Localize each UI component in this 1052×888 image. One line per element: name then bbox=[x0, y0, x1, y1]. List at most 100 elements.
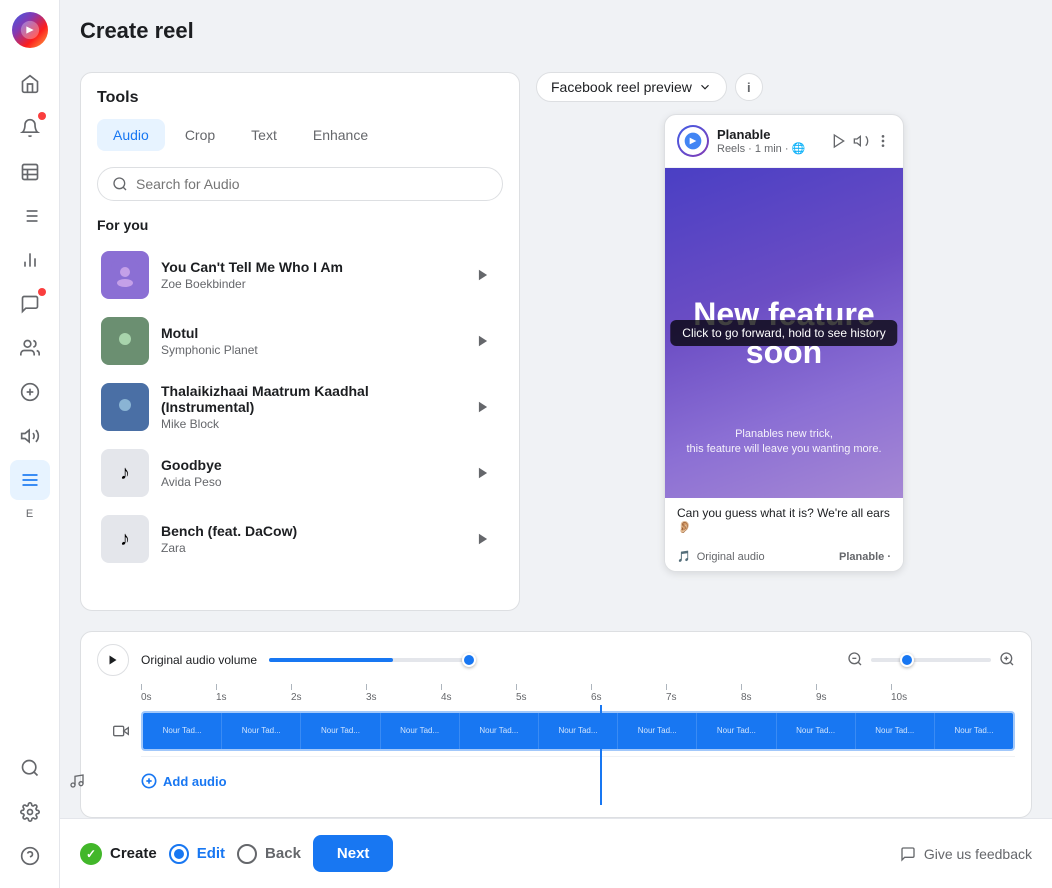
sidebar-item-table[interactable] bbox=[10, 152, 50, 192]
ruler-mark-2s: 2s bbox=[291, 684, 366, 703]
play-icon-4 bbox=[476, 466, 490, 480]
create-check-icon: ✓ bbox=[80, 843, 102, 865]
tab-audio[interactable]: Audio bbox=[97, 119, 165, 151]
track-seg: Nour Tad... bbox=[143, 713, 222, 749]
phone-avatar bbox=[677, 125, 709, 157]
ruler-label-6: 6s bbox=[591, 692, 602, 703]
volume-icon[interactable] bbox=[853, 133, 869, 149]
play-btn-5[interactable] bbox=[467, 523, 499, 555]
tab-crop[interactable]: Crop bbox=[169, 119, 231, 151]
sidebar-item-analytics[interactable] bbox=[10, 240, 50, 280]
phone-video[interactable]: New feature soon Click to go forward, ho… bbox=[665, 168, 903, 498]
ruler-label-5: 5s bbox=[516, 692, 527, 703]
app-logo bbox=[12, 12, 48, 48]
phone-audio-info: 🎵 Original audio bbox=[677, 550, 765, 563]
zoom-controls bbox=[847, 651, 1015, 670]
audio-item[interactable]: ♪ Bench (feat. DaCow) Zara bbox=[97, 507, 503, 571]
audio-track-row: Add audio bbox=[141, 757, 1015, 805]
notification-badge bbox=[38, 112, 46, 120]
ruler-mark-8s: 8s bbox=[741, 684, 816, 703]
edit-button[interactable]: Edit bbox=[169, 844, 225, 864]
ruler-label-1: 1s bbox=[216, 692, 227, 703]
page-title: Create reel bbox=[80, 18, 1032, 44]
more-options-icon[interactable] bbox=[875, 133, 891, 149]
sidebar-item-notifications[interactable] bbox=[10, 108, 50, 148]
play-icon-3 bbox=[476, 400, 490, 414]
preview-dropdown[interactable]: Facebook reel preview bbox=[536, 72, 727, 102]
create-label: Create bbox=[110, 845, 157, 862]
sidebar-item-messages[interactable] bbox=[10, 284, 50, 324]
audio-info-3: Thalaikizhaai Maatrum Kaadhal (Instrumen… bbox=[161, 383, 455, 431]
video-captions: Planables new trick, this feature will l… bbox=[665, 428, 903, 458]
volume-slider[interactable] bbox=[269, 658, 469, 662]
music-note-icon-5: ♪ bbox=[120, 528, 130, 551]
bottom-bar: ✓ Create Edit Back Next Give us feedback bbox=[60, 818, 1052, 888]
volume-label: Original audio volume bbox=[141, 653, 257, 667]
search-audio-icon bbox=[112, 176, 128, 192]
video-track[interactable]: Nour Tad... Nour Tad... Nour Tad... Nour… bbox=[141, 711, 1015, 751]
caption-line-1: Planables new trick, bbox=[665, 428, 903, 440]
audio-item[interactable]: ♪ Goodbye Avida Peso bbox=[97, 441, 503, 505]
timeline-controls: Original audio volume bbox=[97, 644, 1015, 676]
tools-panel: Tools Audio Crop Text Enhance For you bbox=[80, 72, 520, 611]
back-button[interactable]: Back bbox=[237, 844, 301, 864]
sidebar-item-search[interactable] bbox=[10, 748, 50, 788]
feedback-label: Give us feedback bbox=[924, 846, 1032, 862]
sidebar-item-home[interactable] bbox=[10, 64, 50, 104]
avatar-inner bbox=[679, 127, 707, 155]
video-track-row: Nour Tad... Nour Tad... Nour Tad... Nour… bbox=[141, 705, 1015, 757]
search-box[interactable] bbox=[97, 167, 503, 201]
track-seg: Nour Tad... bbox=[539, 713, 618, 749]
play-btn-2[interactable] bbox=[467, 325, 499, 357]
play-btn-4[interactable] bbox=[467, 457, 499, 489]
phone-controls bbox=[831, 133, 891, 149]
play-btn-3[interactable] bbox=[467, 391, 499, 423]
planable-logo bbox=[683, 131, 703, 151]
audio-artist-5: Zara bbox=[161, 541, 455, 555]
audio-item[interactable]: Motul Symphonic Planet bbox=[97, 309, 503, 373]
ruler-label-2: 2s bbox=[291, 692, 302, 703]
audio-artist-3: Mike Block bbox=[161, 417, 455, 431]
next-button[interactable]: Next bbox=[313, 835, 394, 872]
menu-icon bbox=[20, 470, 40, 490]
create-button[interactable]: ✓ Create bbox=[80, 843, 157, 865]
tools-body: For you You Can't Tell Me Who I Am Zoe B… bbox=[81, 151, 519, 610]
audio-item[interactable]: Thalaikizhaai Maatrum Kaadhal (Instrumen… bbox=[97, 375, 503, 439]
audio-info-4: Goodbye Avida Peso bbox=[161, 457, 455, 489]
ruler-mark-6s: 6s bbox=[591, 684, 666, 703]
music-icon bbox=[69, 773, 85, 789]
play-btn-1[interactable] bbox=[467, 259, 499, 291]
sidebar-item-campaigns[interactable] bbox=[10, 416, 50, 456]
tab-enhance[interactable]: Enhance bbox=[297, 119, 384, 151]
sidebar-item-contacts[interactable] bbox=[10, 328, 50, 368]
sidebar-item-list[interactable] bbox=[10, 196, 50, 236]
zoom-in-button[interactable] bbox=[999, 651, 1015, 670]
ruler-label-8: 8s bbox=[741, 692, 752, 703]
audio-info-1: You Can't Tell Me Who I Am Zoe Boekbinde… bbox=[161, 259, 455, 291]
add-audio-button[interactable]: Add audio bbox=[141, 773, 227, 789]
audio-name-5: Bench (feat. DaCow) bbox=[161, 523, 455, 539]
tools-title: Tools bbox=[97, 89, 503, 107]
feedback-button[interactable]: Give us feedback bbox=[900, 846, 1032, 862]
sidebar-item-help[interactable] bbox=[10, 836, 50, 876]
campaigns-icon bbox=[20, 426, 40, 446]
bell-icon bbox=[20, 118, 40, 138]
tab-text[interactable]: Text bbox=[235, 119, 293, 151]
zoom-slider[interactable] bbox=[871, 658, 991, 662]
play-timeline-button[interactable] bbox=[97, 644, 129, 676]
section-label-for-you: For you bbox=[97, 217, 503, 233]
search-audio-input[interactable] bbox=[136, 176, 488, 192]
audio-item[interactable]: You Can't Tell Me Who I Am Zoe Boekbinde… bbox=[97, 243, 503, 307]
ruler-label-0: 0s bbox=[141, 692, 152, 703]
back-radio-icon bbox=[237, 844, 257, 864]
search-icon bbox=[20, 758, 40, 778]
sidebar-item-billing[interactable] bbox=[10, 372, 50, 412]
audio-artist-4: Avida Peso bbox=[161, 475, 455, 489]
sidebar-item-menu[interactable] bbox=[10, 460, 50, 500]
zoom-out-button[interactable] bbox=[847, 651, 863, 670]
sidebar-item-settings[interactable] bbox=[10, 792, 50, 832]
play-video-icon[interactable] bbox=[831, 133, 847, 149]
video-cta: Can you guess what it is? We're all ears… bbox=[677, 506, 891, 534]
info-button[interactable]: i bbox=[735, 73, 763, 101]
contacts-icon bbox=[20, 338, 40, 358]
